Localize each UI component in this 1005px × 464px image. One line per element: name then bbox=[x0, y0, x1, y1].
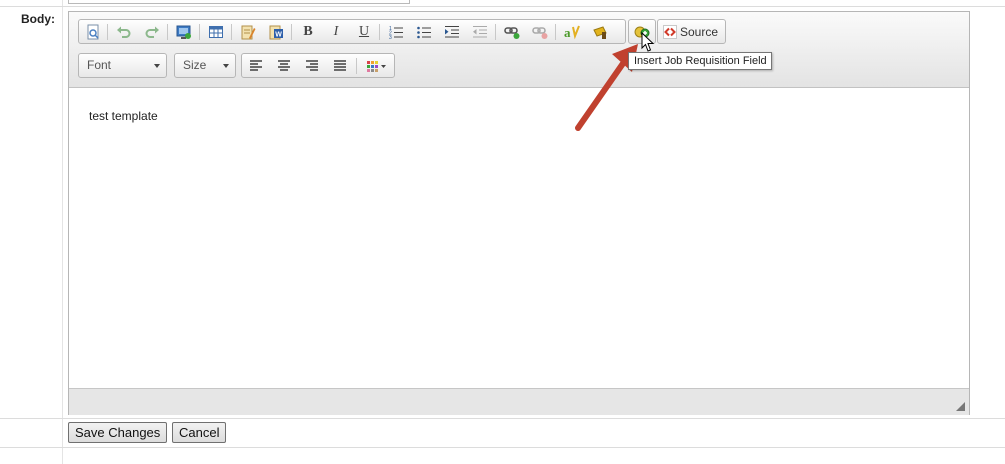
cancel-button[interactable]: Cancel bbox=[172, 422, 227, 443]
svg-text:W: W bbox=[275, 31, 282, 38]
toolbar-separator bbox=[379, 24, 380, 40]
toolbar-separator bbox=[167, 24, 168, 40]
italic-button[interactable]: I bbox=[325, 22, 347, 41]
row-divider bbox=[0, 6, 1005, 7]
increase-indent-button[interactable] bbox=[441, 22, 463, 41]
align-right-icon bbox=[306, 59, 318, 71]
table-button[interactable] bbox=[205, 22, 227, 41]
resize-handle-icon[interactable] bbox=[956, 402, 965, 411]
spell-check-button[interactable]: a bbox=[561, 22, 583, 41]
editor-footer bbox=[69, 388, 969, 415]
underline-icon: U bbox=[358, 23, 370, 39]
tooltip-text: Insert Job Requisition Field bbox=[634, 55, 767, 67]
text-color-button[interactable] bbox=[361, 56, 393, 75]
toolbar-separator bbox=[107, 24, 108, 40]
font-dropdown[interactable]: Font bbox=[78, 53, 167, 78]
toolbar-separator bbox=[555, 24, 556, 40]
form-label-column bbox=[0, 0, 63, 464]
rich-text-editor: W B I U 123 a Source Font Size test temp… bbox=[68, 11, 970, 415]
preview-button[interactable] bbox=[82, 22, 104, 41]
editor-content-text: test template bbox=[89, 109, 158, 123]
spell-check-icon: a bbox=[564, 25, 580, 40]
bulleted-list-button[interactable] bbox=[413, 22, 435, 41]
justify-icon bbox=[334, 59, 346, 71]
bold-icon: B bbox=[303, 23, 313, 39]
align-left-button[interactable] bbox=[245, 56, 267, 75]
chevron-down-icon bbox=[154, 64, 160, 68]
svg-text:a: a bbox=[564, 25, 571, 40]
justify-button[interactable] bbox=[329, 56, 351, 75]
previous-field-input[interactable] bbox=[68, 0, 410, 4]
mouse-cursor-icon bbox=[641, 32, 655, 52]
numbered-list-button[interactable]: 123 bbox=[385, 22, 407, 41]
paste-text-button[interactable] bbox=[237, 22, 259, 41]
save-template-button[interactable] bbox=[173, 22, 195, 41]
align-left-icon bbox=[250, 59, 262, 71]
size-dropdown[interactable]: Size bbox=[174, 53, 236, 78]
insert-job-requisition-field-tooltip: Insert Job Requisition Field bbox=[628, 52, 772, 70]
toolbar-separator bbox=[356, 58, 357, 74]
paste-from-word-button[interactable]: W bbox=[265, 22, 287, 41]
decrease-indent-button[interactable] bbox=[469, 22, 491, 41]
toolbar-group-main: W B I U 123 a bbox=[78, 19, 626, 44]
save-changes-button[interactable]: Save Changes bbox=[68, 422, 168, 443]
svg-text:3: 3 bbox=[389, 35, 392, 40]
insert-placeholder-button[interactable] bbox=[589, 22, 611, 41]
undo-button[interactable] bbox=[113, 22, 135, 41]
source-label: Source bbox=[680, 24, 719, 39]
toolbar-separator bbox=[291, 24, 292, 40]
indent-icon bbox=[445, 25, 459, 37]
preview-icon bbox=[87, 24, 99, 39]
numbered-list-icon: 123 bbox=[389, 26, 403, 40]
align-right-button[interactable] bbox=[301, 56, 323, 75]
toolbar-separator bbox=[231, 24, 232, 40]
toolbar-separator bbox=[199, 24, 200, 40]
paste-text-icon bbox=[241, 25, 256, 39]
monitor-save-icon bbox=[176, 25, 191, 39]
italic-icon: I bbox=[333, 23, 339, 39]
table-icon bbox=[209, 25, 223, 38]
align-center-icon bbox=[278, 59, 290, 71]
source-button[interactable]: Source bbox=[660, 22, 725, 41]
chevron-down-icon bbox=[223, 64, 229, 68]
body-label: Body: bbox=[21, 12, 55, 26]
paste-word-icon: W bbox=[269, 25, 283, 39]
pencil-icon bbox=[593, 25, 607, 39]
unlink-icon bbox=[532, 26, 548, 39]
row-divider bbox=[0, 447, 1005, 448]
size-dropdown-label: Size bbox=[183, 58, 207, 72]
underline-button[interactable]: U bbox=[353, 22, 375, 41]
editor-toolbar: W B I U 123 a Source Font Size bbox=[69, 12, 969, 88]
toolbar-group-alignment bbox=[241, 53, 395, 78]
toolbar-group-source: Source bbox=[657, 19, 726, 44]
redo-icon bbox=[145, 26, 159, 38]
align-center-button[interactable] bbox=[273, 56, 295, 75]
editor-content-area[interactable]: test template bbox=[89, 109, 158, 123]
toolbar-separator bbox=[495, 24, 496, 40]
source-code-icon bbox=[663, 24, 677, 39]
row-divider bbox=[0, 418, 1005, 419]
insert-link-button[interactable] bbox=[501, 22, 523, 41]
remove-link-button[interactable] bbox=[529, 22, 551, 41]
redo-button[interactable] bbox=[141, 22, 163, 41]
link-icon bbox=[504, 26, 520, 39]
bulleted-list-icon bbox=[417, 26, 431, 38]
undo-icon bbox=[117, 26, 131, 38]
color-palette-icon bbox=[367, 60, 386, 72]
bold-button[interactable]: B bbox=[297, 22, 319, 41]
font-dropdown-label: Font bbox=[87, 58, 112, 72]
outdent-icon bbox=[473, 25, 487, 37]
